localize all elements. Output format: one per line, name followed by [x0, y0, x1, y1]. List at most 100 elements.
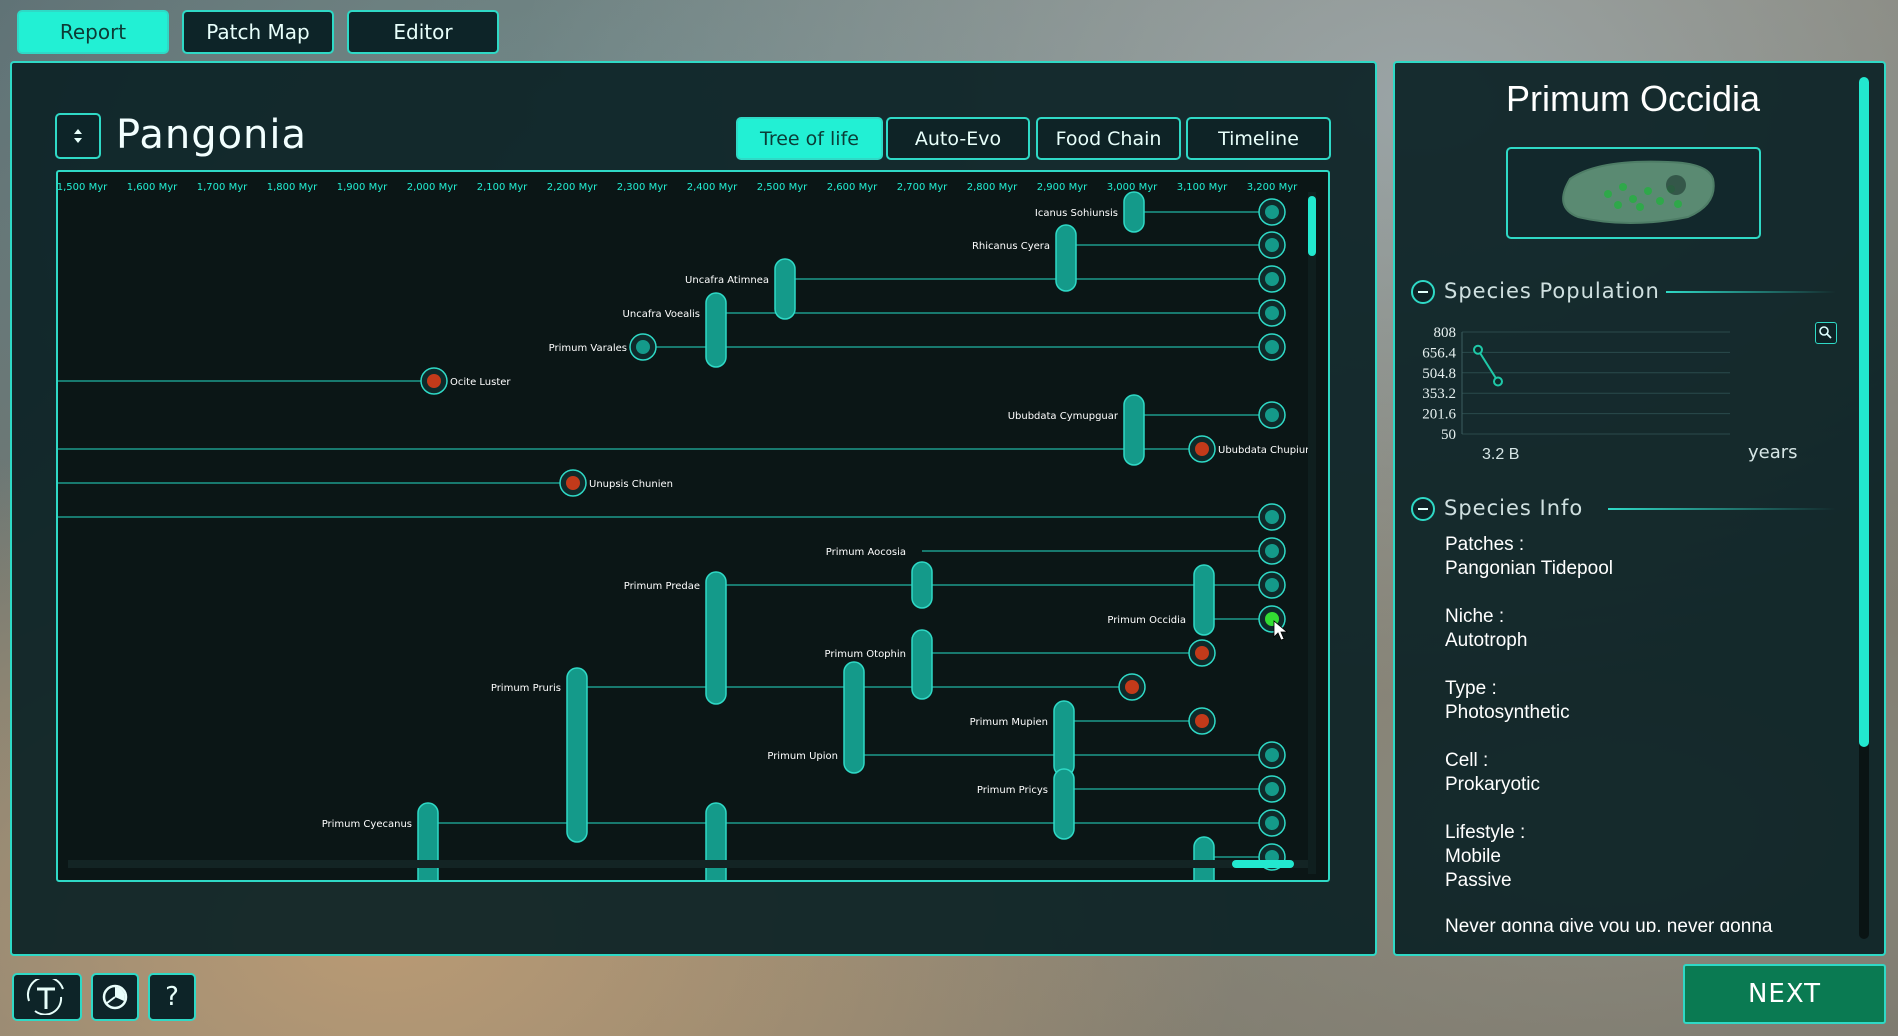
species-node[interactable] — [1265, 408, 1279, 422]
species-node[interactable] — [1265, 272, 1279, 286]
species-panel-scrollbar-thumb[interactable] — [1859, 77, 1869, 747]
population-section-title: Species Population — [1444, 279, 1660, 303]
tab-auto-evo[interactable]: Auto-Evo — [886, 117, 1030, 160]
statistics-button[interactable] — [91, 973, 139, 1021]
species-preview-frame — [1506, 147, 1761, 239]
lifestyle-value-passive: Passive — [1445, 870, 1512, 891]
species-label[interactable]: Ububdata Chupiun — [1218, 445, 1312, 456]
vertical-scrollbar[interactable] — [1308, 192, 1316, 874]
species-node[interactable] — [1265, 544, 1279, 558]
population-series-line — [1477, 349, 1499, 383]
extinct-species-node[interactable] — [1125, 680, 1139, 694]
branch-node[interactable] — [705, 571, 727, 705]
patch-title: Pangonia — [116, 112, 308, 158]
population-section-divider — [1666, 291, 1836, 293]
species-node[interactable] — [1265, 748, 1279, 762]
tree-of-life-view[interactable]: 1,500 Myr 1,600 Myr 1,700 Myr 1,800 Myr 1,90… — [56, 170, 1330, 882]
extinct-species-node[interactable] — [1195, 646, 1209, 660]
horizontal-scrollbar-thumb[interactable] — [1232, 860, 1294, 868]
timeline-tick-label: 1,700 Myr — [197, 182, 248, 193]
timeline-tick-label: 2,700 Myr — [897, 182, 948, 193]
species-label[interactable]: Primum Occidia — [1107, 615, 1186, 626]
species-node[interactable] — [1265, 782, 1279, 796]
patch-selector-button[interactable] — [55, 113, 101, 159]
species-label[interactable]: Primum Pricys — [977, 785, 1048, 796]
species-label[interactable]: Primum Otophin — [825, 649, 906, 660]
extinct-species-node[interactable] — [566, 476, 580, 490]
species-label[interactable]: Icanus Sohiunsis — [1035, 208, 1118, 219]
report-tab-button[interactable]: Report — [17, 10, 169, 54]
branch-node[interactable] — [843, 661, 865, 774]
niche-value: Autotroph — [1445, 630, 1528, 651]
branch-node[interactable] — [1193, 564, 1215, 636]
species-label[interactable]: Primum Aocosia — [826, 547, 906, 558]
branch-node[interactable] — [1055, 224, 1077, 292]
branch-node[interactable] — [705, 802, 727, 882]
species-label[interactable]: Primum Mupien — [970, 717, 1048, 728]
species-panel-scrollbar[interactable] — [1859, 77, 1869, 939]
population-data-point — [1473, 344, 1483, 355]
extinct-species-node[interactable] — [1195, 442, 1209, 456]
species-node[interactable] — [636, 340, 650, 354]
lifestyle-value-mobile: Mobile — [1445, 846, 1501, 867]
branch-node[interactable] — [1053, 700, 1075, 777]
species-name-title: Primum Occidia — [1505, 78, 1761, 119]
timeline-tick-label: 1,600 Myr — [127, 182, 178, 193]
branch-node[interactable] — [705, 292, 727, 368]
species-label[interactable]: Rhicanus Cyera — [972, 241, 1050, 252]
population-chart-x-unit: years — [1748, 442, 1798, 463]
timeline-tick-label: 2,500 Myr — [757, 182, 808, 193]
species-label[interactable]: Primum Upion — [767, 751, 838, 762]
species-label[interactable]: Ububdata Cymupguar — [1008, 411, 1119, 422]
tab-timeline[interactable]: Timeline — [1186, 117, 1331, 160]
species-node[interactable] — [1265, 306, 1279, 320]
editor-tab-button[interactable]: Editor — [347, 10, 499, 54]
help-button[interactable]: ? — [148, 973, 196, 1021]
branch-node[interactable] — [774, 258, 796, 320]
collapse-info-button[interactable] — [1411, 497, 1435, 521]
branch-node[interactable] — [1053, 768, 1075, 840]
patch-map-tab-button[interactable]: Patch Map — [182, 10, 334, 54]
timeline-tick-label: 2,600 Myr — [827, 182, 878, 193]
species-description-clip: Never gonna give you up, never gonna — [1445, 916, 1845, 932]
branch-node[interactable] — [566, 667, 588, 843]
species-label[interactable]: Primum Cyecanus — [322, 819, 412, 830]
species-label[interactable]: Uncafra Voealis — [623, 309, 700, 320]
timeline-tick-label: 3,100 Myr — [1177, 182, 1228, 193]
branch-node[interactable] — [1123, 191, 1145, 233]
species-label[interactable]: Primum Varales — [549, 343, 627, 354]
vertical-scrollbar-thumb[interactable] — [1308, 196, 1316, 256]
species-label[interactable]: Primum Predae — [624, 581, 700, 592]
timeline-tick-label: 2,800 Myr — [967, 182, 1018, 193]
info-section-title: Species Info — [1444, 496, 1584, 520]
species-node[interactable] — [1265, 340, 1279, 354]
species-node[interactable] — [1265, 578, 1279, 592]
branch-node[interactable] — [911, 561, 933, 609]
species-label[interactable]: Uncafra Atimnea — [685, 275, 769, 286]
type-label: Type : — [1445, 678, 1497, 699]
species-node[interactable] — [1265, 510, 1279, 524]
branch-node[interactable] — [1123, 394, 1145, 466]
species-label[interactable]: Unupsis Chunien — [589, 479, 673, 490]
species-description: Never gonna give you up, never gonna — [1445, 916, 1773, 932]
horizontal-scrollbar[interactable] — [68, 860, 1308, 868]
collapse-population-button[interactable] — [1411, 280, 1435, 304]
species-node[interactable] — [1265, 816, 1279, 830]
tab-tree-of-life[interactable]: Tree of life — [736, 117, 883, 160]
species-node[interactable] — [1265, 205, 1279, 219]
timeline-tick-label: 2,900 Myr — [1037, 182, 1088, 193]
species-label[interactable]: Ocite Luster — [450, 377, 511, 388]
species-node[interactable] — [1265, 238, 1279, 252]
tutorial-button[interactable] — [12, 973, 82, 1021]
chart-y-tick-label: 656.4 — [1422, 345, 1456, 361]
tree-of-life-graph[interactable]: 1,500 Myr 1,600 Myr 1,700 Myr 1,800 Myr 1,90… — [58, 172, 1330, 882]
next-button[interactable]: NEXT — [1683, 964, 1886, 1024]
branch-node[interactable] — [417, 802, 439, 882]
species-label[interactable]: Primum Pruris — [491, 683, 561, 694]
branch-node[interactable] — [911, 629, 933, 700]
extinct-species-node[interactable] — [1195, 714, 1209, 728]
extinct-species-node[interactable] — [427, 374, 441, 388]
timeline-tick-label: 2,400 Myr — [687, 182, 738, 193]
tab-food-chain[interactable]: Food Chain — [1036, 117, 1181, 160]
timeline-tick-label: 3,200 Myr — [1247, 182, 1298, 193]
